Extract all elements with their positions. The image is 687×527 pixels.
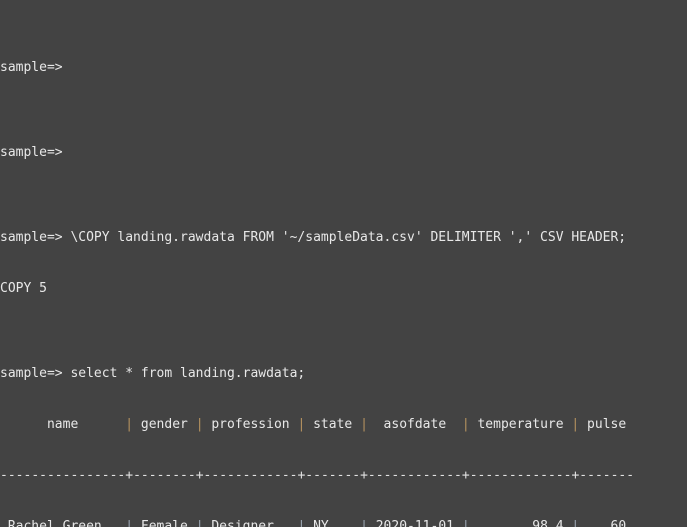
copy-result: COPY 5 [0, 281, 47, 296]
terminal-screen: sample=> sample=> sample=> \COPY landing… [0, 0, 634, 527]
command-select-star: sample=> select * from landing.rawdata; [0, 366, 306, 381]
terminal-line-partial-prompt: sample=> [0, 60, 63, 75]
terminal-window[interactable]: sample=> sample=> sample=> \COPY landing… [0, 0, 687, 527]
table-row: Rachel Green | Female | Designer | NY | … [0, 519, 627, 527]
select-table-rule: ----------------+--------+------------+-… [0, 468, 635, 483]
terminal-line-empty-prompt: sample=> [0, 145, 63, 160]
command-copy: sample=> \COPY landing.rawdata FROM '~/s… [0, 230, 627, 245]
select-table-header: name | gender | profession | state | aso… [0, 417, 627, 432]
